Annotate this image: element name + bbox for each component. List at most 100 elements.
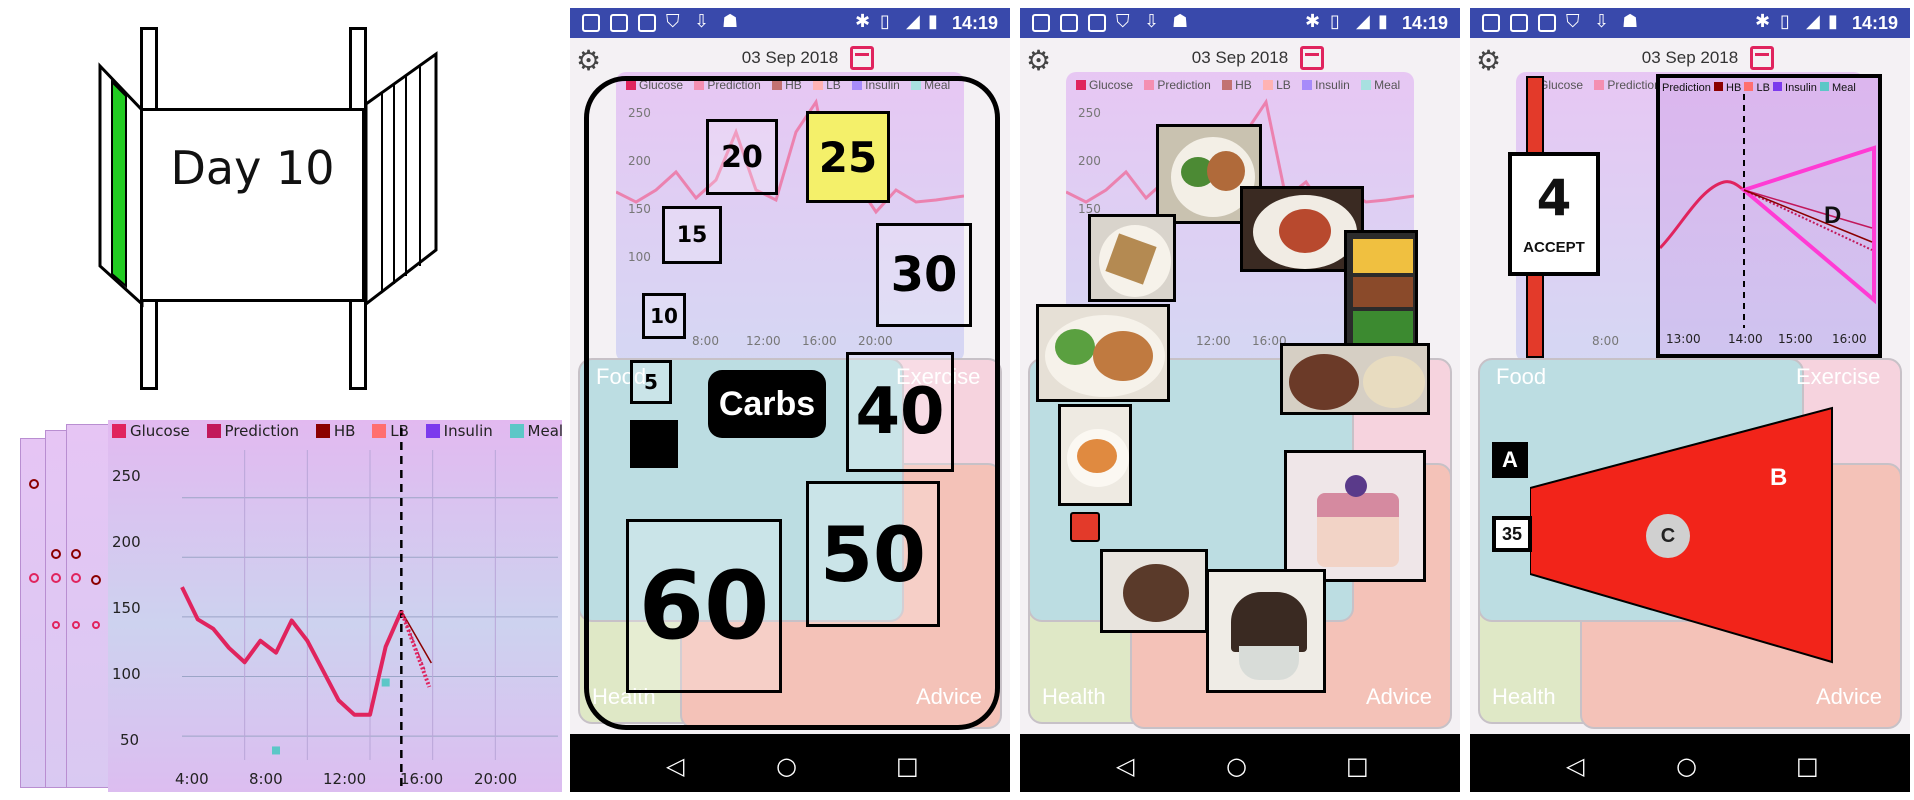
meal-marker — [381, 678, 390, 687]
zone-label-exercise: Exercise — [1796, 364, 1881, 389]
x-tick-16: 16:00 — [400, 770, 444, 788]
status-a-icon — [1088, 14, 1106, 32]
accept-number: 4 — [1536, 168, 1572, 227]
y-tick-250: 250 — [112, 467, 141, 485]
status-app-icon — [1032, 14, 1050, 32]
carb-option-30[interactable]: 30 — [876, 223, 972, 327]
funnel-handle[interactable]: C — [1646, 514, 1690, 558]
nav-back-icon[interactable]: ◁ — [666, 752, 684, 780]
nav-back-icon[interactable]: ◁ — [1566, 752, 1584, 780]
status-shield-icon: ⛉ — [1116, 11, 1130, 32]
accept-label: ACCEPT — [1523, 238, 1585, 256]
status-image-icon — [1510, 14, 1528, 32]
status-vibrate-icon: ▯ — [1330, 11, 1340, 32]
date-row: ⚙ 03 Sep 2018 — [1470, 38, 1910, 77]
calendar-icon[interactable] — [1300, 46, 1324, 70]
android-nav-bar: ◁ ○ □ — [1470, 734, 1910, 792]
food-tile-steak-rice[interactable] — [1280, 343, 1430, 415]
status-time: 14:19 — [951, 13, 998, 33]
status-bluetooth-icon: ✱ — [1305, 11, 1321, 32]
android-nav-bar: ◁ ○ □ — [570, 734, 1010, 792]
status-time: 14:19 — [1401, 13, 1448, 33]
glucose-series-line — [180, 586, 404, 717]
carbs-label: Carbs — [718, 384, 816, 423]
label-d: D — [1824, 202, 1842, 229]
food-tile-ice-cream[interactable] — [1206, 569, 1326, 693]
accept-button[interactable]: 4 ACCEPT — [1508, 152, 1600, 276]
status-android-icon: ☗ — [1172, 11, 1189, 32]
status-vibrate-icon: ▯ — [880, 11, 890, 32]
food-tile-grilled-chicken[interactable] — [1036, 304, 1170, 402]
glucose-plot — [180, 428, 558, 792]
day-label: Day 10 — [170, 141, 335, 195]
zone-label-advice: Advice — [1366, 684, 1433, 709]
zone-label-health: Health — [1492, 684, 1556, 709]
carb-option-20[interactable]: 20 — [706, 119, 778, 195]
day-board: Day 10 — [140, 108, 365, 302]
date-row: ⚙ 03 Sep 2018 — [570, 38, 1010, 77]
phone-carbs-screen: ⛉ ⇩ ☗ ✱ ▯ ◢ ▮ 14:19 ⚙ 03 Sep 2018 Glucos… — [570, 8, 1010, 792]
status-shield-icon: ⛉ — [666, 11, 680, 32]
status-signal-icon: ◢ — [906, 11, 920, 32]
phone-food-screen: ⛉ ⇩ ☗ ✱ ▯ ◢ ▮ 14:19 ⚙ 03 Sep 2018 Glucos… — [1020, 8, 1460, 792]
date-row: ⚙ 03 Sep 2018 — [1020, 38, 1460, 77]
carb-option-0[interactable] — [630, 420, 678, 468]
food-tile-sandwich[interactable] — [1088, 214, 1176, 302]
y-tick-200: 200 — [112, 533, 141, 551]
status-bar: ⛉ ⇩ ☗ ✱ ▯ ◢ ▮ 14:19 — [1470, 8, 1910, 38]
mini-y-200: 200 — [1078, 154, 1101, 168]
status-signal-icon: ◢ — [1356, 11, 1370, 32]
status-bluetooth-icon: ✱ — [855, 11, 871, 32]
phone-prediction-screen: ⛉ ⇩ ☗ ✱ ▯ ◢ ▮ 14:19 ⚙ 03 Sep 2018 Glucos… — [1470, 8, 1910, 792]
status-android-icon: ☗ — [722, 11, 739, 32]
food-selection-marker[interactable] — [1070, 512, 1100, 542]
nav-recent-icon[interactable]: □ — [1796, 752, 1819, 780]
x-tick-8: 8:00 — [249, 770, 283, 788]
food-tile-mousse-cake[interactable] — [1284, 450, 1426, 582]
inset-plot — [1660, 94, 1876, 328]
status-app-icon — [582, 14, 600, 32]
nav-home-icon[interactable]: ○ — [776, 752, 797, 780]
label-a: A — [1492, 442, 1528, 478]
value-box-35[interactable]: 35 — [1492, 516, 1532, 552]
status-download-icon: ⇩ — [1144, 11, 1160, 32]
food-tile-chocolate-cookie[interactable] — [1100, 549, 1208, 633]
carb-option-60[interactable]: 60 — [626, 519, 782, 693]
date-label: 03 Sep 2018 — [741, 48, 839, 67]
carb-option-25[interactable]: 25 — [806, 111, 890, 203]
mini-x-8: 8:00 — [1592, 334, 1619, 348]
status-bar: ⛉ ⇩ ☗ ✱ ▯ ◢ ▮ 14:19 — [1020, 8, 1460, 38]
nav-recent-icon[interactable]: □ — [896, 752, 919, 780]
label-b: B — [1770, 464, 1788, 491]
date-label: 03 Sep 2018 — [1641, 48, 1739, 67]
carb-option-5[interactable]: 5 — [630, 360, 672, 404]
prediction-inset: Prediction HB LB Insulin Meal D 13:00 14… — [1656, 74, 1882, 358]
zone-label-health: Health — [1042, 684, 1106, 709]
calendar-icon[interactable] — [1750, 46, 1774, 70]
nav-back-icon[interactable]: ◁ — [1116, 752, 1134, 780]
nav-recent-icon[interactable]: □ — [1346, 752, 1369, 780]
y-tick-100: 100 — [112, 665, 141, 683]
nav-home-icon[interactable]: ○ — [1226, 752, 1247, 780]
status-download-icon: ⇩ — [694, 11, 710, 32]
status-bluetooth-icon: ✱ — [1755, 11, 1771, 32]
carb-option-50[interactable]: 50 — [806, 481, 940, 627]
meal-marker — [272, 746, 280, 755]
calendar-icon[interactable] — [850, 46, 874, 70]
carb-option-15[interactable]: 15 — [662, 206, 722, 264]
carb-option-10[interactable]: 10 — [642, 293, 686, 339]
mini-chart-legend: Glucose Prediction — [1526, 78, 1669, 92]
carb-option-40[interactable]: 40 — [846, 352, 954, 472]
mini-x-12: 12:00 — [1196, 334, 1231, 348]
stack-dots — [29, 479, 101, 629]
x-tick-12: 12:00 — [323, 770, 367, 788]
food-tile-meal-prep[interactable] — [1344, 230, 1418, 352]
status-image-icon — [610, 14, 628, 32]
x-tick-4: 4:00 — [175, 770, 209, 788]
food-tile-salad-bowl[interactable] — [1058, 404, 1132, 506]
page-flip-right — [364, 51, 438, 308]
carbs-badge[interactable]: Carbs — [708, 370, 826, 438]
inset-x-16: 16:00 — [1832, 332, 1867, 346]
status-app-icon — [1482, 14, 1500, 32]
nav-home-icon[interactable]: ○ — [1676, 752, 1697, 780]
